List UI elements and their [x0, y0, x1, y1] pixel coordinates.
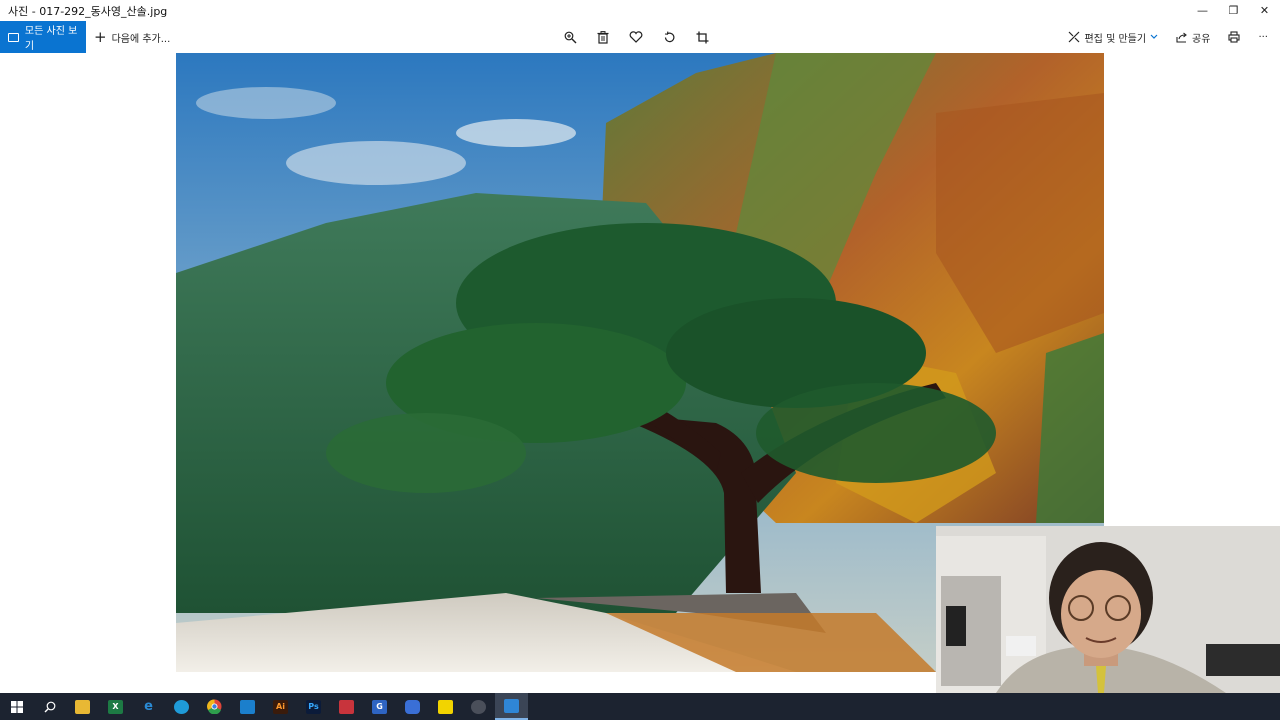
- share-button[interactable]: 공유: [1176, 30, 1210, 45]
- app-icon: [240, 699, 255, 714]
- add-to-button[interactable]: + 다음에 추가...: [94, 27, 171, 46]
- taskbar-illustrator[interactable]: Ai: [264, 693, 297, 720]
- chrome-icon: [207, 699, 222, 714]
- photos-icon: [8, 32, 19, 42]
- app-icon: G: [372, 699, 387, 714]
- zoom-button[interactable]: [560, 27, 580, 47]
- taskbar-photoshop[interactable]: Ps: [297, 693, 330, 720]
- all-photos-label: 모든 사진 보기: [24, 26, 78, 52]
- right-tools: 편집 및 만들기 공유 ···: [1068, 21, 1280, 53]
- rotate-icon: [664, 31, 674, 42]
- delete-button[interactable]: [593, 27, 613, 47]
- edit-create-button[interactable]: 편집 및 만들기: [1068, 30, 1158, 45]
- photos-icon: [504, 698, 519, 713]
- toolbar: 모든 사진 보기 + 다음에 추가... 편집 및 만들기 공유 ···: [0, 21, 1280, 53]
- minimize-button[interactable]: —: [1187, 0, 1218, 21]
- windows-icon: [10, 700, 23, 713]
- title-bar: 사진 - 017-292_동사영_산솔.jpg — ❐ ✕: [0, 0, 1280, 21]
- image-tools: [560, 21, 712, 53]
- taskbar: X e Ai Ps G: [0, 693, 1280, 720]
- add-to-label: 다음에 추가...: [111, 33, 171, 45]
- search-icon: [44, 701, 55, 712]
- search-button[interactable]: [33, 693, 66, 720]
- print-button[interactable]: [1228, 31, 1241, 43]
- share-icon: [1176, 32, 1187, 43]
- crop-icon: [696, 31, 708, 43]
- taskbar-chrome[interactable]: [198, 693, 231, 720]
- folder-icon: [75, 699, 90, 714]
- delete-icon: [597, 30, 609, 44]
- crop-button[interactable]: [692, 27, 712, 47]
- taskbar-app-blue[interactable]: [231, 693, 264, 720]
- taskbar-app-g[interactable]: G: [363, 693, 396, 720]
- taskbar-file-explorer[interactable]: [66, 693, 99, 720]
- all-photos-button[interactable]: 모든 사진 보기: [0, 21, 86, 53]
- taskbar-ie[interactable]: e: [132, 693, 165, 720]
- edge-icon: [174, 699, 189, 714]
- plus-icon: +: [94, 27, 107, 46]
- taskbar-photos[interactable]: [495, 693, 528, 720]
- app-icon: [405, 699, 420, 714]
- chat-icon: [438, 699, 453, 714]
- restore-button[interactable]: ❐: [1218, 0, 1249, 21]
- taskbar-app-red[interactable]: [330, 693, 363, 720]
- app-icon: [471, 699, 486, 714]
- ie-icon: e: [144, 699, 153, 714]
- favorite-button[interactable]: [626, 27, 646, 47]
- chevron-down-icon: [1150, 34, 1158, 39]
- print-icon: [1228, 31, 1241, 43]
- taskbar-app-circle[interactable]: [462, 693, 495, 720]
- app-icon: [339, 699, 354, 714]
- illustrator-icon: Ai: [273, 699, 288, 714]
- webcam-overlay: [936, 526, 1280, 693]
- close-button[interactable]: ✕: [1249, 0, 1280, 21]
- rotate-button[interactable]: [659, 27, 679, 47]
- photoshop-icon: Ps: [306, 699, 321, 714]
- window-title: 사진 - 017-292_동사영_산솔.jpg: [8, 4, 168, 18]
- heart-icon: [629, 31, 643, 43]
- image-viewer: [0, 53, 1280, 693]
- more-icon: ···: [1258, 31, 1268, 43]
- zoom-icon: [564, 31, 576, 43]
- taskbar-excel[interactable]: X: [99, 693, 132, 720]
- taskbar-app-cube[interactable]: [396, 693, 429, 720]
- excel-icon: X: [108, 699, 123, 714]
- edit-create-label: 편집 및 만들기: [1084, 33, 1147, 45]
- more-button[interactable]: ···: [1258, 32, 1268, 43]
- webcam-person: [936, 526, 1280, 693]
- share-label: 공유: [1192, 33, 1211, 45]
- edit-icon: [1069, 31, 1080, 43]
- taskbar-edge[interactable]: [165, 693, 198, 720]
- taskbar-kakaotalk[interactable]: [429, 693, 462, 720]
- start-button[interactable]: [0, 693, 33, 720]
